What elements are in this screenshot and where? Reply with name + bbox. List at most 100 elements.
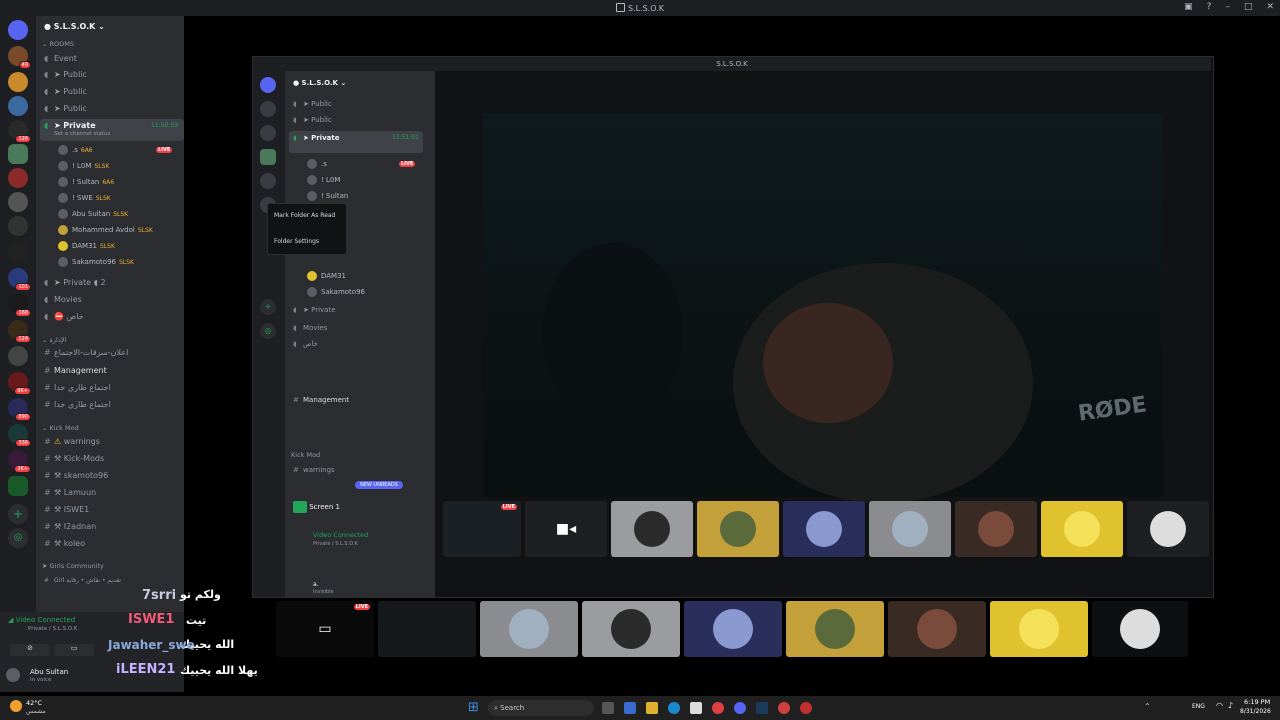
- participant-tile[interactable]: [990, 601, 1088, 657]
- widgets-icon[interactable]: [624, 702, 636, 714]
- channel-public[interactable]: ◖ ➤ Public: [293, 113, 332, 127]
- participant-tile[interactable]: [1127, 501, 1209, 557]
- channel-public[interactable]: ◖ ➤ Public: [44, 68, 87, 82]
- channel-private-selected[interactable]: ◖ ➤ Private 11:51:01: [289, 131, 423, 153]
- server-icon[interactable]: 101: [8, 268, 31, 291]
- participant-tile[interactable]: [955, 501, 1037, 557]
- participant-tile[interactable]: LIVE ▭: [276, 601, 374, 657]
- chrome-icon[interactable]: [778, 702, 790, 714]
- screen-share-label[interactable]: Screen 1: [293, 501, 340, 513]
- server-icon[interactable]: 126: [8, 120, 31, 143]
- avatar[interactable]: [6, 668, 20, 682]
- category-girls[interactable]: ➤ Girls Community: [42, 562, 104, 570]
- participant-tile[interactable]: [1092, 601, 1188, 657]
- participant-tile[interactable]: [888, 601, 986, 657]
- server-icon[interactable]: [8, 242, 28, 262]
- windows-start-icon[interactable]: ⊞: [468, 701, 482, 715]
- camera-off-button[interactable]: ⊘: [10, 644, 50, 656]
- discord-icon[interactable]: [734, 702, 746, 714]
- server-icon[interactable]: [8, 476, 28, 496]
- server-icon[interactable]: [260, 101, 276, 117]
- server-icon[interactable]: 168: [8, 294, 31, 317]
- clock-date[interactable]: 8/31/2026: [1240, 708, 1271, 715]
- edge-icon[interactable]: [668, 702, 680, 714]
- server-name[interactable]: ● S.L.S.O.K ⌄: [44, 22, 105, 31]
- participant-tile[interactable]: ■◂: [525, 501, 607, 557]
- channel-private-2[interactable]: ◖ ➤ Private: [293, 303, 336, 317]
- channel-warnings[interactable]: # ⚠ warnings: [44, 435, 100, 449]
- channel-koleo[interactable]: # ⚒ koleo: [44, 537, 85, 551]
- app-icon[interactable]: [800, 702, 812, 714]
- channel-status[interactable]: Set a channel status: [54, 130, 110, 138]
- channel-special[interactable]: ◖ ⛔ خاص: [44, 310, 84, 324]
- chrome-icon[interactable]: [712, 702, 724, 714]
- server-icon[interactable]: [8, 168, 28, 188]
- server-icon[interactable]: [260, 173, 276, 189]
- participant-tile[interactable]: [480, 601, 578, 657]
- channel-special[interactable]: ◖ خاص: [293, 337, 318, 351]
- channel-iswe1[interactable]: # ⚒ ISWE1: [44, 503, 89, 517]
- channel-private-2[interactable]: ◖ ➤ Private ◖ 2: [44, 276, 106, 290]
- channel-public[interactable]: ◖ ➤ Public: [44, 85, 87, 99]
- channel-kick-mods[interactable]: # ⚒ Kick-Mods: [44, 452, 104, 466]
- participant-tile[interactable]: [684, 601, 782, 657]
- voice-user[interactable]: ! Sultan: [307, 189, 348, 203]
- connection-status[interactable]: ◢ Video Connected: [8, 616, 75, 624]
- server-icon[interactable]: [8, 144, 28, 164]
- channel-management[interactable]: # Management: [293, 393, 349, 407]
- server-icon[interactable]: 890: [8, 398, 31, 421]
- voice-user[interactable]: ! L0M SLSK: [58, 159, 109, 173]
- voice-user[interactable]: Sakamoto96: [307, 285, 365, 299]
- server-icon[interactable]: 336: [8, 424, 31, 447]
- voice-user[interactable]: Sakamoto96 SLSK: [58, 255, 134, 269]
- participant-tile[interactable]: [697, 501, 779, 557]
- menu-item-folder-settings[interactable]: Folder Settings: [274, 238, 319, 245]
- channel-movies[interactable]: ◖ Movies: [44, 293, 82, 307]
- channel-lamuun[interactable]: # ⚒ Lamuun: [44, 486, 96, 500]
- participant-tile[interactable]: LIVE: [443, 501, 521, 557]
- server-icon[interactable]: [260, 149, 276, 165]
- server-icon[interactable]: [8, 96, 28, 116]
- file-explorer-icon[interactable]: [646, 702, 658, 714]
- voice-user[interactable]: ! Sultan 6A6: [58, 175, 114, 189]
- voice-user[interactable]: ! SWE SLSK: [58, 191, 111, 205]
- minimize-button[interactable]: –: [1225, 2, 1230, 12]
- voice-user[interactable]: ! L0M: [307, 173, 340, 187]
- channel-private-selected[interactable]: ◖ ➤ Private 11:50:59 Set a channel status: [40, 119, 184, 141]
- channel-skamoto[interactable]: # ⚒ skamoto96: [44, 469, 108, 483]
- voice-user[interactable]: .s: [307, 157, 327, 171]
- channel-movies[interactable]: ◖ Movies: [293, 321, 327, 335]
- explore-icon[interactable]: ◎: [260, 323, 276, 339]
- server-icon[interactable]: 49: [8, 46, 31, 69]
- participant-tile[interactable]: [786, 601, 884, 657]
- channel-event[interactable]: ◖ Event: [44, 52, 77, 66]
- volume-icon[interactable]: ♪: [1228, 701, 1233, 710]
- participant-tile[interactable]: [611, 501, 693, 557]
- screen-share-button[interactable]: ▭: [54, 644, 94, 656]
- voice-user[interactable]: DAM31 SLSK: [58, 239, 115, 253]
- add-server-icon[interactable]: +: [8, 504, 28, 524]
- language-indicator[interactable]: ENG: [1192, 703, 1205, 710]
- discord-home-icon[interactable]: [260, 77, 276, 93]
- participant-tile[interactable]: [869, 501, 951, 557]
- channel-warnings[interactable]: # warnings: [293, 463, 335, 477]
- tray-chevron-icon[interactable]: ⌃: [1144, 702, 1151, 711]
- server-name[interactable]: ● S.L.S.O.K ⌄: [293, 79, 346, 87]
- channel-public[interactable]: ◖ ➤ Public: [44, 102, 87, 116]
- participant-tile[interactable]: [783, 501, 865, 557]
- server-icon[interactable]: [8, 346, 28, 366]
- category-rooms[interactable]: ⌄ ROOMS: [42, 40, 74, 48]
- server-icon[interactable]: 2K+: [8, 450, 31, 473]
- discord-home-icon[interactable]: [8, 20, 28, 40]
- server-icon[interactable]: 124: [8, 320, 31, 343]
- task-view-icon[interactable]: [602, 702, 614, 714]
- participant-tile[interactable]: [378, 601, 476, 657]
- connection-channel[interactable]: Private / S.L.S.O.K: [28, 626, 77, 632]
- maximize-button[interactable]: □: [1244, 2, 1253, 12]
- channel-public[interactable]: ◖ ➤ Public: [293, 97, 332, 111]
- voice-user[interactable]: DAM31: [307, 269, 346, 283]
- participant-tile[interactable]: [582, 601, 680, 657]
- explore-icon[interactable]: ◎: [8, 528, 28, 548]
- channel-admin[interactable]: # اجتماع طاري جدا: [44, 381, 111, 395]
- wifi-icon[interactable]: ◠: [1216, 701, 1223, 710]
